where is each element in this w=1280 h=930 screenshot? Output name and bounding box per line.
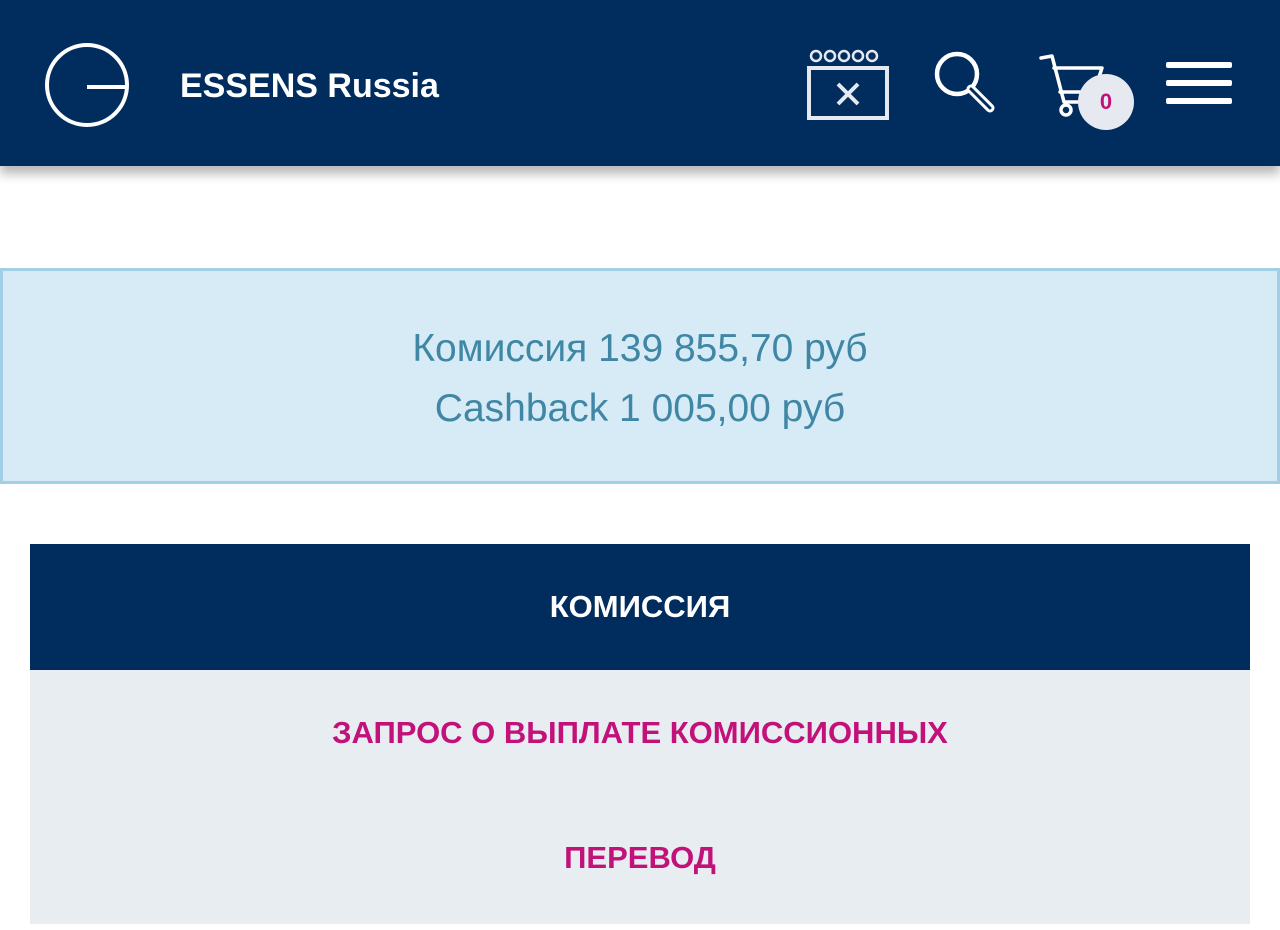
hamburger-menu-icon <box>1166 62 1232 68</box>
cashback-balance: Cashback 1 005,00 руб <box>434 387 846 430</box>
site-header: ESSENS Russia 0 <box>0 0 1280 166</box>
search-icon <box>934 51 995 113</box>
commission-balance: Комиссия 139 855,70 руб <box>412 327 868 370</box>
brand-name: ESSENS Russia <box>180 67 439 105</box>
commission-panel-body: ЗАПРОС О ВЫПЛАТЕ КОМИССИОННЫХ ПЕРЕВОД <box>30 670 1250 924</box>
transfer-link[interactable]: ПЕРЕВОД <box>30 795 1250 920</box>
essens-logo-icon[interactable] <box>43 41 131 129</box>
cart-count-badge: 0 <box>1078 74 1134 130</box>
search-button[interactable] <box>930 48 1000 118</box>
hamburger-menu-icon <box>1166 80 1232 86</box>
commission-panel-header[interactable]: КОМИССИЯ <box>30 544 1250 670</box>
balance-info-box: Комиссия 139 855,70 руб Cashback 1 005,0… <box>0 268 1280 484</box>
menu-button[interactable] <box>1164 58 1234 110</box>
close-window-icon <box>807 49 889 120</box>
payout-request-link[interactable]: ЗАПРОС О ВЫПЛАТЕ КОМИССИОННЫХ <box>30 670 1250 795</box>
cart-button[interactable]: 0 <box>1036 46 1136 130</box>
commission-panel: КОМИССИЯ ЗАПРОС О ВЫПЛАТЕ КОМИССИОННЫХ П… <box>30 544 1250 924</box>
popup-close-button[interactable] <box>804 44 894 124</box>
hamburger-menu-icon <box>1166 98 1232 104</box>
